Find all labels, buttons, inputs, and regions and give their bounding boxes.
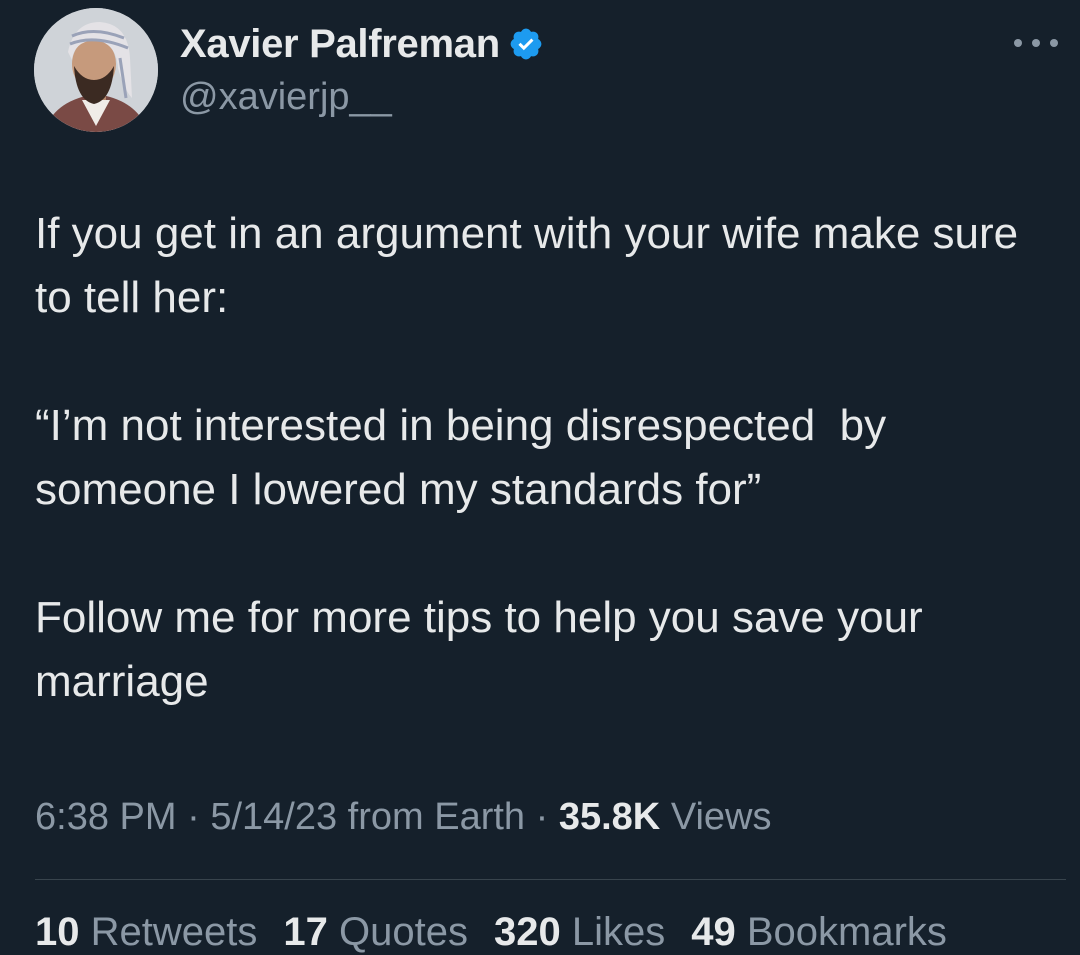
tweet-paragraph: If you get in an argument with your wife… [35,209,1031,322]
tweet-card: Xavier Palfreman @xavierjp__ If you get … [0,0,1080,954]
meta-separator: · [176,796,211,838]
tweet-time[interactable]: 6:38 PM [35,796,177,838]
tweet-text: If you get in an argument with your wife… [35,202,1045,714]
bookmarks-stat[interactable]: 49 Bookmarks [691,910,947,955]
more-dot-icon [1050,39,1058,47]
bookmarks-label: Bookmarks [746,910,947,954]
tweet-date[interactable]: 5/14/23 [210,796,337,838]
more-options-button[interactable] [1014,28,1058,58]
retweets-count: 10 [35,910,80,954]
likes-stat[interactable]: 320 Likes [494,910,665,955]
quotes-count: 17 [283,910,328,954]
quotes-stat[interactable]: 17 Quotes [283,910,468,955]
tweet-paragraph: “I’m not interested in being disrespecte… [35,401,899,514]
retweets-label: Retweets [90,910,258,954]
more-dot-icon [1014,39,1022,47]
meta-separator: · [525,796,559,838]
author-name-row: Xavier Palfreman [180,18,544,70]
quotes-label: Quotes [339,910,468,954]
avatar[interactable] [34,8,158,132]
views-label[interactable]: Views [671,796,772,838]
retweets-stat[interactable]: 10 Retweets [35,910,257,955]
views-count[interactable]: 35.8K [559,796,660,838]
bookmarks-count: 49 [691,910,736,954]
avatar-image [34,8,158,132]
engagement-stats: 10 Retweets 17 Quotes 320 Likes 49 Bookm… [35,910,947,955]
likes-count: 320 [493,910,561,954]
author-display-name[interactable]: Xavier Palfreman [180,22,500,67]
tweet-meta: 6:38 PM · 5/14/23 from Earth · 35.8K Vie… [35,796,772,839]
author-block: Xavier Palfreman @xavierjp__ [180,18,544,119]
tweet-paragraph: Follow me for more tips to help you save… [35,593,935,706]
likes-label: Likes [571,910,666,954]
verified-badge-icon[interactable] [508,26,544,62]
more-dot-icon [1032,39,1040,47]
divider [35,879,1066,880]
tweet-source: from Earth [347,796,526,838]
author-handle[interactable]: @xavierjp__ [180,76,544,119]
